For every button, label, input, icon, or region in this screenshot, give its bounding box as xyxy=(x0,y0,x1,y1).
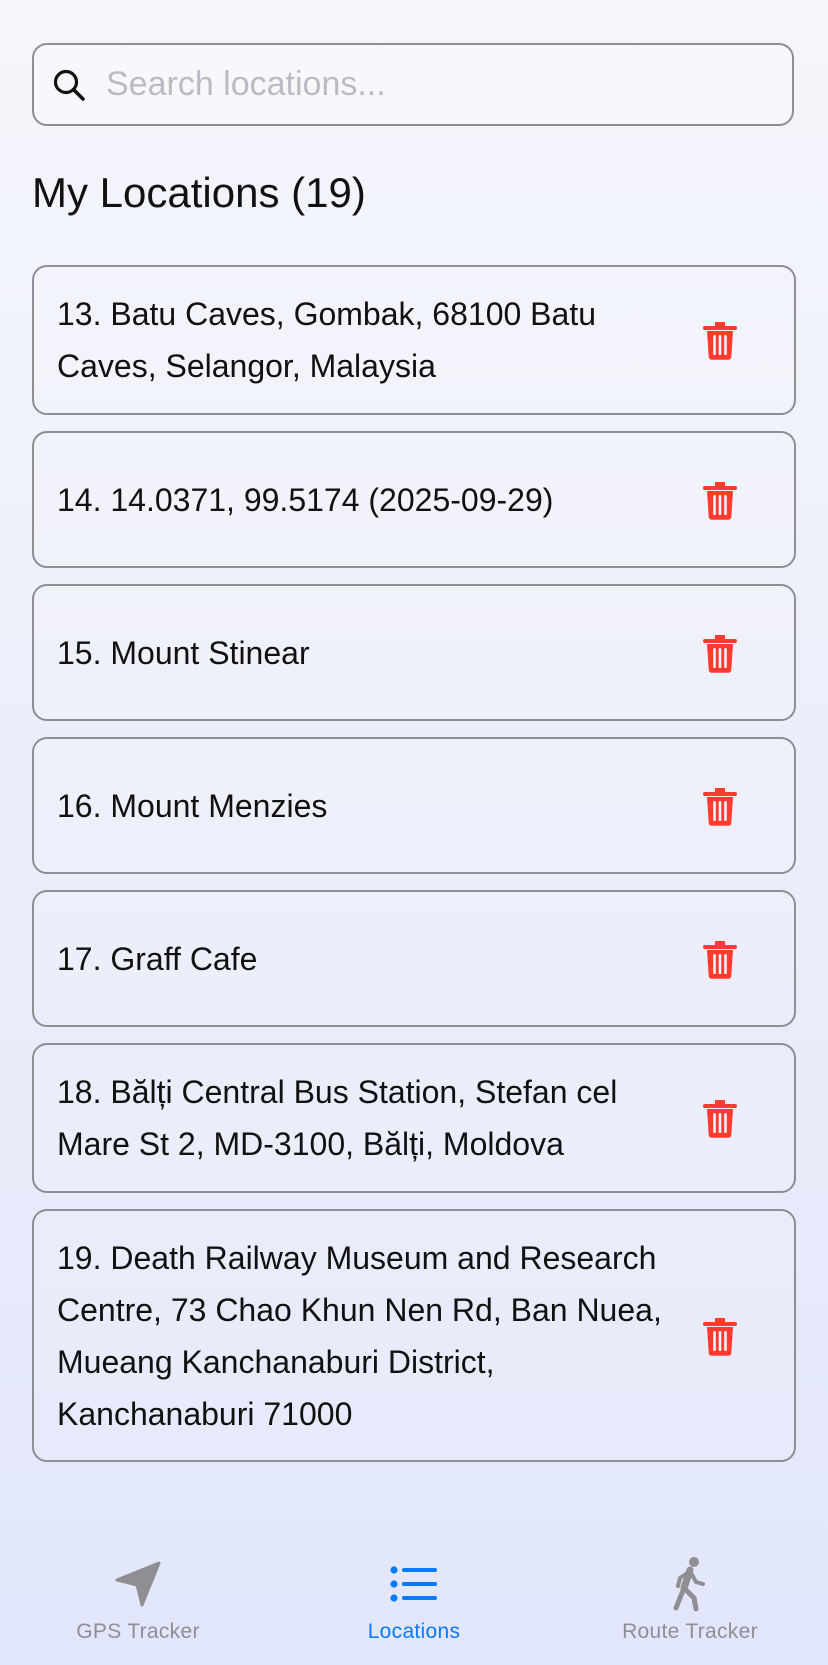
location-label: 13. Batu Caves, Gombak, 68100 Batu Caves… xyxy=(57,296,596,384)
delete-button[interactable] xyxy=(692,931,748,987)
location-card[interactable]: 13. Batu Caves, Gombak, 68100 Batu Caves… xyxy=(32,265,796,415)
location-card[interactable]: 17. Graff Cafe xyxy=(32,890,796,1027)
location-card[interactable]: 19. Death Railway Museum and Research Ce… xyxy=(32,1209,796,1462)
location-label: 17. Graff Cafe xyxy=(57,940,258,977)
list-icon xyxy=(384,1554,444,1614)
delete-button[interactable] xyxy=(692,778,748,834)
search-icon xyxy=(52,68,86,102)
page-title: My Locations (19) xyxy=(32,169,366,216)
walking-person-icon xyxy=(660,1554,720,1614)
tab-label: Locations xyxy=(367,1620,461,1643)
tab-bar: GPS Tracker Locations Route Tracker xyxy=(0,1530,828,1665)
location-arrow-icon xyxy=(108,1554,168,1614)
tab-label: Route Tracker xyxy=(622,1620,758,1643)
trash-icon xyxy=(703,481,737,520)
tab-gps-tracker[interactable]: GPS Tracker xyxy=(0,1530,276,1665)
trash-icon xyxy=(703,1317,737,1356)
search-field[interactable] xyxy=(32,43,794,126)
trash-icon xyxy=(703,634,737,673)
delete-button[interactable] xyxy=(692,1090,748,1146)
search-input[interactable] xyxy=(106,54,792,115)
trash-icon xyxy=(703,1100,737,1138)
locations-list: 13. Batu Caves, Gombak, 68100 Batu Caves… xyxy=(32,265,796,1478)
delete-button[interactable] xyxy=(692,312,748,368)
location-card[interactable]: 15. Mount Stinear xyxy=(32,584,796,721)
location-label: 18. Bălți Central Bus Station, Stefan ce… xyxy=(57,1074,618,1162)
location-label: 15. Mount Stinear xyxy=(57,634,310,671)
location-label: 19. Death Railway Museum and Research Ce… xyxy=(57,1239,662,1432)
trash-icon xyxy=(703,322,737,360)
tab-label: GPS Tracker xyxy=(76,1620,200,1643)
location-label: 14. 14.0371, 99.5174 (2025-09-29) xyxy=(57,481,554,518)
delete-button[interactable] xyxy=(692,472,748,528)
delete-button[interactable] xyxy=(692,1308,748,1364)
trash-icon xyxy=(703,787,737,826)
tab-route-tracker[interactable]: Route Tracker xyxy=(552,1530,828,1665)
location-label: 16. Mount Menzies xyxy=(57,787,328,824)
delete-button[interactable] xyxy=(692,625,748,681)
trash-icon xyxy=(703,940,737,979)
location-card[interactable]: 14. 14.0371, 99.5174 (2025-09-29) xyxy=(32,431,796,568)
location-card[interactable]: 16. Mount Menzies xyxy=(32,737,796,874)
location-card[interactable]: 18. Bălți Central Bus Station, Stefan ce… xyxy=(32,1043,796,1193)
tab-locations[interactable]: Locations xyxy=(276,1530,552,1665)
